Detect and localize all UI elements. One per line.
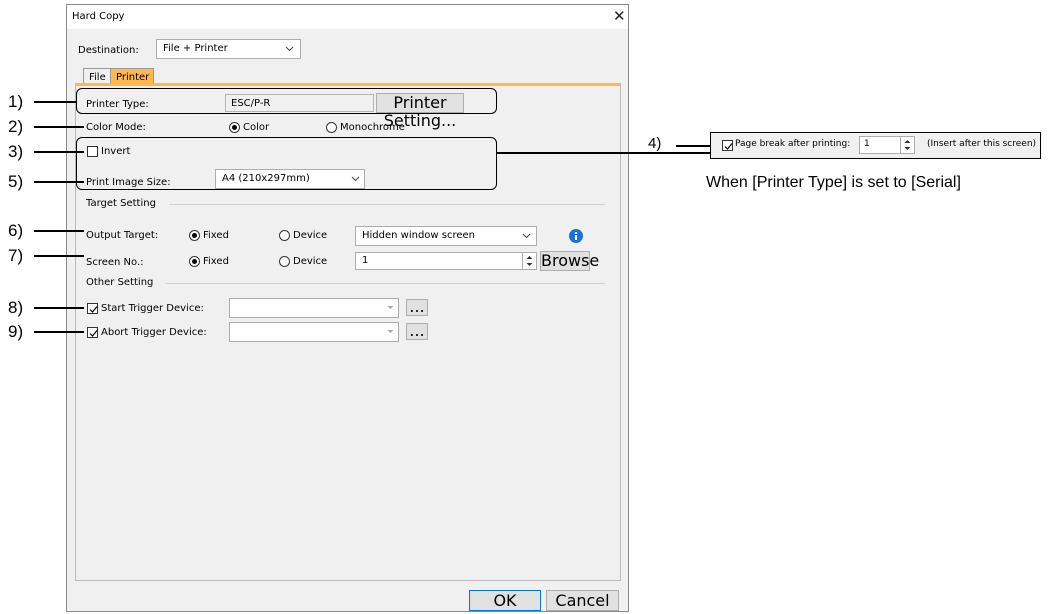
page-break-spinner[interactable] — [900, 137, 914, 153]
chevron-down-icon — [386, 327, 395, 336]
callout-1: 1) — [8, 92, 24, 111]
divider — [169, 204, 605, 205]
monochrome-radio[interactable] — [326, 122, 337, 133]
ok-button[interactable]: OK — [469, 590, 541, 611]
screen-device-label: Device — [293, 256, 328, 267]
output-fixed-radio[interactable] — [189, 230, 200, 241]
monochrome-option-label: Monochrome — [340, 122, 405, 133]
chevron-down-icon — [285, 44, 294, 53]
leader-line — [34, 331, 84, 333]
destination-select[interactable]: File + Printer — [156, 39, 301, 59]
abort-trigger-select[interactable] — [229, 322, 399, 342]
output-target-select[interactable]: Hidden window screen — [355, 226, 537, 246]
output-target-value: Hidden window screen — [362, 230, 476, 241]
serial-printer-options-panel: Page break after printing: 1 (Insert aft… — [710, 132, 1041, 159]
screen-no-value: 1 — [362, 255, 369, 266]
target-setting-heading: Target Setting — [86, 198, 156, 209]
output-device-radio[interactable] — [279, 230, 290, 241]
tab-printer-label: Printer — [116, 72, 150, 83]
output-device-label: Device — [293, 230, 328, 241]
screen-fixed-radio[interactable] — [189, 256, 200, 267]
browse-button[interactable]: Browse — [540, 251, 599, 271]
page-break-label: Page break after printing: — [735, 139, 851, 149]
abort-trigger-browse-button[interactable]: ... — [406, 323, 428, 340]
output-target-label: Output Target: — [86, 230, 159, 241]
other-setting-heading: Other Setting — [86, 277, 154, 288]
page-break-value: 1 — [864, 139, 870, 149]
divider — [165, 283, 605, 284]
leader-line — [34, 181, 84, 183]
close-icon[interactable]: ✕ — [613, 7, 626, 25]
info-icon[interactable] — [569, 228, 583, 243]
color-option-label: Color — [243, 122, 270, 133]
chevron-down-icon — [522, 231, 531, 240]
leader-line — [34, 126, 84, 128]
start-trigger-browse-button[interactable]: ... — [406, 299, 428, 316]
callout-3: 3) — [8, 142, 24, 161]
leader-line — [676, 145, 710, 147]
cancel-button[interactable]: Cancel — [546, 590, 619, 611]
leader-line — [497, 152, 711, 154]
leader-line — [34, 307, 84, 309]
leader-line — [34, 101, 76, 103]
abort-trigger-checkbox[interactable] — [87, 327, 98, 338]
screen-device-radio[interactable] — [279, 256, 290, 267]
callout-2: 2) — [8, 117, 24, 136]
callout-4: 4) — [648, 135, 662, 152]
destination-value: File + Printer — [163, 43, 228, 54]
leader-line — [34, 230, 84, 232]
tab-file-label: File — [89, 72, 106, 83]
color-radio[interactable] — [229, 122, 240, 133]
page-break-checkbox[interactable] — [722, 140, 733, 151]
callout-6: 6) — [8, 221, 24, 240]
color-mode-label: Color Mode: — [86, 122, 146, 133]
screen-no-spinner[interactable] — [522, 253, 536, 269]
chevron-down-icon — [386, 303, 395, 312]
start-trigger-label: Start Trigger Device: — [101, 303, 204, 314]
callout-7: 7) — [8, 246, 24, 265]
output-fixed-label: Fixed — [203, 230, 229, 241]
page-break-note: (Insert after this screen) — [927, 139, 1037, 149]
screen-no-input[interactable]: 1 — [355, 252, 537, 270]
side-panel-caption: When [Printer Type] is set to [Serial] — [706, 174, 961, 191]
leader-line — [34, 255, 84, 257]
page-break-input[interactable]: 1 — [859, 136, 915, 154]
start-trigger-checkbox[interactable] — [87, 303, 98, 314]
title-bar: Hard Copy ✕ — [67, 5, 628, 29]
callout-frame-1 — [76, 88, 497, 114]
abort-trigger-label: Abort Trigger Device: — [101, 327, 207, 338]
screen-fixed-label: Fixed — [203, 256, 229, 267]
callout-5: 5) — [8, 172, 24, 191]
callout-9: 9) — [8, 322, 24, 341]
callout-frame-3-5 — [76, 137, 497, 190]
dialog-title: Hard Copy — [72, 11, 125, 22]
destination-label: Destination: — [78, 45, 139, 56]
callout-8: 8) — [8, 298, 24, 317]
screen-no-label: Screen No.: — [86, 257, 144, 268]
start-trigger-select[interactable] — [229, 298, 399, 318]
leader-line — [34, 151, 84, 153]
